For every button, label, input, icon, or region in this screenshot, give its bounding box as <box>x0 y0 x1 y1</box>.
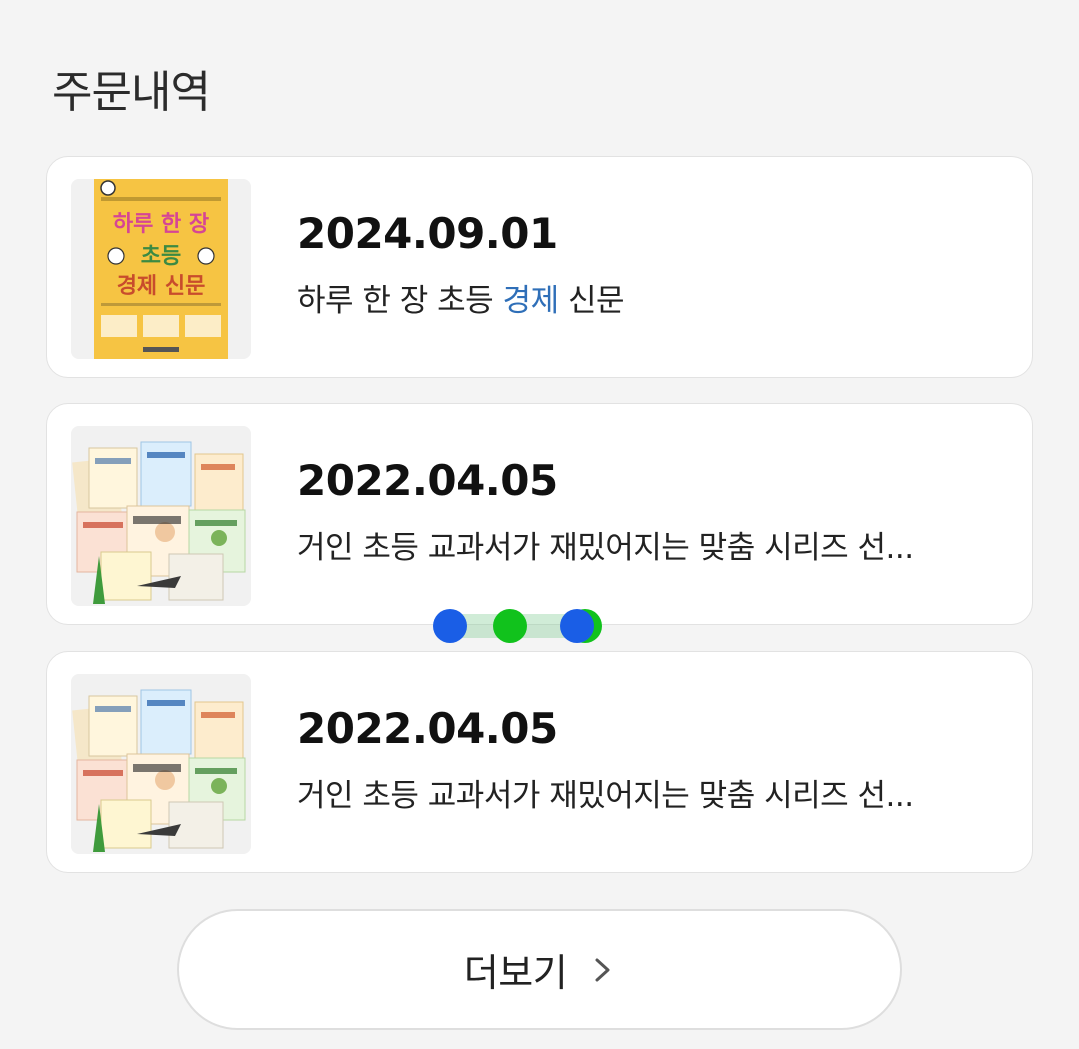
book-series-thumbnail <box>71 426 251 606</box>
order-date: 2024.09.01 <box>297 209 558 258</box>
order-date: 2022.04.05 <box>297 456 558 505</box>
order-card[interactable]: 2022.04.05 거인 초등 교과서가 재밌어지는 맞춤 시리즈 선... <box>46 651 1033 873</box>
more-button-label: 더보기 <box>463 951 568 995</box>
book-series-collage-icon <box>71 674 251 854</box>
chevron-right-icon <box>589 955 615 985</box>
order-product-title: 거인 초등 교과서가 재밌어지는 맞춤 시리즈 선... <box>297 530 914 566</box>
order-card[interactable]: 2022.04.05 거인 초등 교과서가 재밌어지는 맞춤 시리즈 선... <box>46 403 1033 625</box>
book-series-thumbnail <box>71 674 251 854</box>
pager-dot[interactable] <box>493 609 527 643</box>
cover-line-1: 하루 한 장 <box>113 212 209 237</box>
book-series-collage-icon <box>71 426 251 606</box>
pager-dot[interactable] <box>560 609 594 643</box>
highlighted-keyword: 경제 <box>502 283 560 319</box>
cover-line-2: 초등 <box>141 244 181 269</box>
order-card[interactable]: 하루 한 장 초등 경제 신문 2024.09.01 하루 한 장 초등 경제 … <box>46 156 1033 378</box>
pager-dot[interactable] <box>433 609 467 643</box>
book-cover-economy-newspaper-icon: 하루 한 장 초등 경제 신문 <box>71 179 251 359</box>
order-product-title: 하루 한 장 초등 경제 신문 <box>297 283 625 319</box>
cover-line-3: 경제 신문 <box>117 274 206 299</box>
more-button[interactable]: 더보기 <box>177 909 902 1030</box>
order-product-title: 거인 초등 교과서가 재밌어지는 맞춤 시리즈 선... <box>297 778 914 814</box>
page-title: 주문내역 <box>52 67 211 118</box>
pager-indicator[interactable] <box>432 608 604 644</box>
order-date: 2022.04.05 <box>297 704 558 753</box>
book-cover-thumbnail: 하루 한 장 초등 경제 신문 <box>71 179 251 359</box>
